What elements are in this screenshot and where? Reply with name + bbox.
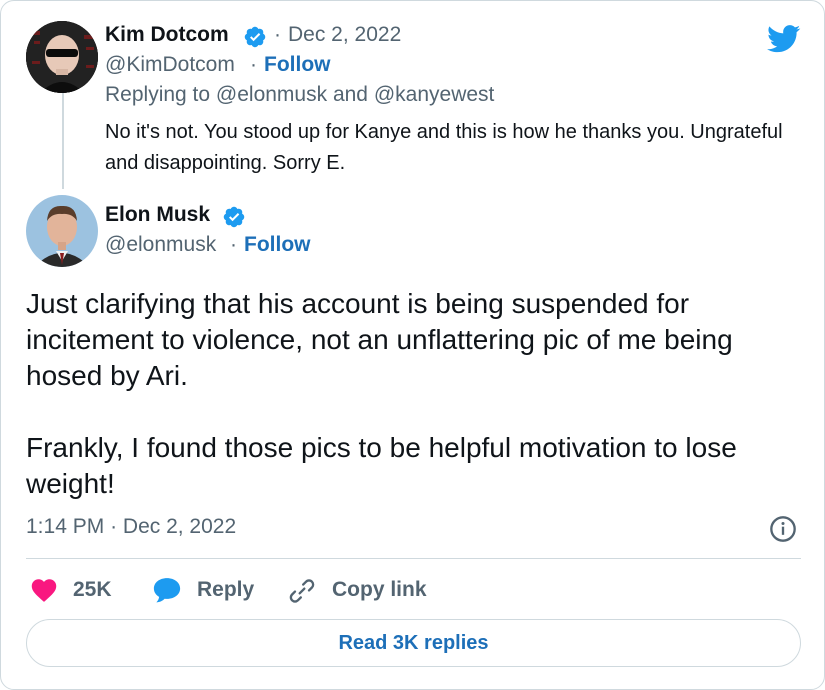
main-tweet-text: Just clarifying that his account is bein… xyxy=(26,288,737,499)
read-replies-button[interactable]: Read 3K replies xyxy=(26,619,801,667)
replying-to-user-link[interactable]: @kanyewest xyxy=(374,83,495,106)
main-author-name[interactable]: Elon Musk xyxy=(105,203,210,227)
replying-to-prefix: Replying to xyxy=(105,83,211,106)
verified-badge-icon xyxy=(223,206,245,228)
copy-link-button[interactable]: Copy link xyxy=(332,578,427,602)
reply-separator: · xyxy=(274,23,281,46)
heart-icon[interactable] xyxy=(30,577,58,603)
avatar-kim-dotcom[interactable] xyxy=(26,21,98,93)
timestamp-separator: · xyxy=(110,515,118,538)
reply-tweet-text: No it's not. You stood up for Kanye and … xyxy=(105,121,783,174)
tweet-date: Dec 2, 2022 xyxy=(122,515,237,538)
replying-to-user-link[interactable]: @elonmusk xyxy=(216,83,327,106)
divider xyxy=(26,558,801,559)
speech-bubble-icon[interactable] xyxy=(152,576,182,604)
reply-action-button[interactable]: Reply xyxy=(197,578,254,602)
info-icon[interactable] xyxy=(769,515,797,543)
main-follow-button[interactable]: Follow xyxy=(244,233,311,257)
thread-connector-line xyxy=(62,93,64,189)
avatar-kim-dotcom-image xyxy=(26,21,98,93)
like-count[interactable]: 25K xyxy=(73,578,112,602)
tweet-time: 1:14 PM xyxy=(26,515,105,538)
avatar-elon-musk-image xyxy=(26,195,98,267)
main-author-handle[interactable]: @elonmusk xyxy=(105,233,216,257)
tweet-embed-card: Kim Dotcom · Dec 2, 2022 @KimDotcom · Fo… xyxy=(0,0,825,690)
reply-follow-button[interactable]: Follow xyxy=(264,53,331,77)
replying-to-line: Replying to @elonmusk and @kanyewest xyxy=(105,83,494,107)
reply-handle-separator: · xyxy=(250,53,257,76)
link-icon[interactable] xyxy=(288,577,316,605)
twitter-bird-icon[interactable] xyxy=(767,25,801,53)
timestamp-link[interactable]: 1:14 PM · Dec 2, 2022 xyxy=(26,515,236,539)
reply-author-handle[interactable]: @KimDotcom xyxy=(105,53,235,77)
replying-to-and: and xyxy=(332,83,368,106)
read-replies-label: Read 3K replies xyxy=(338,631,489,654)
reply-author-name[interactable]: Kim Dotcom xyxy=(105,23,229,47)
verified-badge-icon xyxy=(244,26,266,48)
avatar-elon-musk[interactable] xyxy=(26,195,98,267)
main-handle-separator: · xyxy=(230,233,237,256)
reply-date-link[interactable]: Dec 2, 2022 xyxy=(288,23,401,47)
